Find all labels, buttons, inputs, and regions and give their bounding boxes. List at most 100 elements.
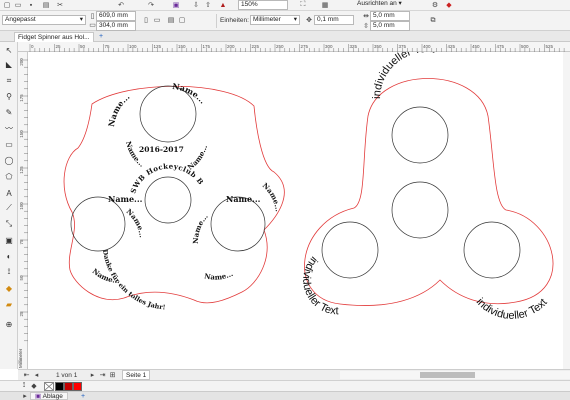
color-swatch[interactable] xyxy=(64,382,73,391)
duplicate-x-icon: ⇹ xyxy=(363,13,369,20)
no-color-swatch[interactable] xyxy=(44,382,54,391)
snap-label: Ausrichten an xyxy=(357,0,397,7)
color-eyedropper-icon[interactable]: ⟟ xyxy=(2,266,16,278)
add-tool-icon[interactable]: ⊕ xyxy=(2,318,16,330)
docker-menu-icon[interactable]: ▸ xyxy=(20,392,30,400)
save-icon[interactable]: ▪ xyxy=(26,0,36,10)
bearing-circle-top xyxy=(391,106,449,164)
text-tool-icon[interactable]: A xyxy=(2,187,16,199)
page-tab[interactable]: Seite 1 xyxy=(122,370,151,380)
horizontal-scroll-thumb[interactable] xyxy=(420,372,475,378)
portrait-icon[interactable]: ▯ xyxy=(141,14,151,26)
search-icon[interactable]: ▣ xyxy=(171,0,181,10)
page-counter: 1 von 1 xyxy=(56,372,78,379)
eyedropper-icon[interactable]: ⟟ xyxy=(20,381,28,391)
parallel-dimension-icon[interactable]: ⟋ xyxy=(2,202,16,214)
nudge-distance-field[interactable]: 0,1 mm xyxy=(314,15,354,25)
color-swatch[interactable] xyxy=(73,382,82,391)
page-size-value: Angepasst xyxy=(5,16,36,23)
export-icon[interactable]: ⇧ xyxy=(203,0,213,10)
ruler-tick-label: 75 xyxy=(19,239,24,245)
right-spinner-design[interactable]: individueller Text individueller Text in… xyxy=(300,43,554,322)
left-spinner-design[interactable]: Name... Name... Name... Name... Name... … xyxy=(24,45,285,312)
chevron-down-icon: ▾ xyxy=(293,16,297,23)
units-select[interactable]: Millimeter ▾ xyxy=(250,15,300,25)
name-label-11: Name... xyxy=(204,269,235,282)
canvas-drawing: Name... Name... Name... Name... Name... … xyxy=(24,43,554,322)
horizontal-ruler[interactable]: 0 25 50 75 100 125 150 175 200 225 250 275 300 325 350… xyxy=(18,42,570,52)
horizontal-scrollbar[interactable] xyxy=(340,371,570,379)
duplicate-x-field[interactable]: 5,0 mm xyxy=(370,11,410,21)
add-tab-icon[interactable]: + xyxy=(96,32,106,41)
polygon-tool-icon[interactable]: ⬠ xyxy=(2,170,16,182)
publish-icon[interactable]: ▲ xyxy=(218,0,228,10)
page-navigator-bar: ⇤ ◂ 1 von 1 ▸ ⇥ ⊞ Seite 1 xyxy=(18,369,570,380)
import-icon[interactable]: ⇩ xyxy=(191,0,201,10)
name-label-7: Name... xyxy=(125,207,147,238)
cut-icon[interactable]: ✂ xyxy=(55,0,65,10)
last-page-icon[interactable]: ⇥ xyxy=(98,370,107,380)
options-icon[interactable]: ⧉ xyxy=(428,15,438,27)
redo-icon[interactable]: ↷ xyxy=(146,0,156,10)
add-page-icon[interactable]: ⊞ xyxy=(108,370,117,380)
rectangle-tool-icon[interactable]: ▭ xyxy=(2,138,16,150)
pick-tool-icon[interactable]: ↖ xyxy=(2,44,16,56)
add-docker-icon[interactable]: + xyxy=(78,392,88,400)
zoom-tool-icon[interactable]: ⚲ xyxy=(2,90,16,102)
docker-tab-label: Ablage xyxy=(42,393,63,400)
launch-icon[interactable]: ◆ xyxy=(444,0,454,10)
page-height-field[interactable]: 304,0 mm xyxy=(96,21,136,31)
width-icon: ▯ xyxy=(90,13,95,20)
ellipse-tool-icon[interactable]: ◯ xyxy=(2,154,16,166)
duplicate-y-field[interactable]: 5,0 mm xyxy=(370,21,410,31)
custom-text-top: individueller Text xyxy=(371,52,436,99)
freehand-tool-icon[interactable]: ✎ xyxy=(2,106,16,118)
previous-page-icon[interactable]: ◂ xyxy=(32,370,41,380)
docker-tab[interactable]: ▣ Ablage xyxy=(30,392,68,400)
fullscreen-icon[interactable]: ⛶ xyxy=(298,0,308,10)
crop-tool-icon[interactable]: ⌗ xyxy=(2,75,16,87)
custom-text-left: individueller Text xyxy=(300,254,339,317)
zoom-level-select[interactable]: 150% xyxy=(238,0,288,10)
interactive-fill-icon[interactable]: ◆ xyxy=(2,282,16,294)
grid-icon[interactable]: ▦ xyxy=(320,0,330,10)
current-page-icon[interactable]: ▢ xyxy=(177,14,187,26)
smart-fill-icon[interactable]: ▰ xyxy=(2,298,16,310)
new-icon[interactable]: ▢ xyxy=(2,0,12,10)
fill-indicator-icon[interactable]: ◆ xyxy=(30,381,38,391)
all-pages-icon[interactable]: ▤ xyxy=(166,14,176,26)
shape-tool-icon[interactable]: ◣ xyxy=(2,58,16,70)
document-tab[interactable]: Fidget Spinner aus Hol... xyxy=(14,32,94,42)
undo-icon[interactable]: ↶ xyxy=(116,0,126,10)
drop-shadow-icon[interactable]: ▣ xyxy=(2,234,16,246)
snap-dropdown[interactable]: Ausrichten an ▾ xyxy=(355,0,405,10)
ruler-tick-label: 50 xyxy=(80,44,86,49)
custom-text-right: individueller Text xyxy=(474,296,550,322)
open-icon[interactable]: ▭ xyxy=(13,0,23,10)
tray-icon: ▣ xyxy=(35,393,42,400)
first-page-icon[interactable]: ⇤ xyxy=(22,370,31,380)
height-icon: ▭ xyxy=(89,22,96,29)
bearing-circle-center xyxy=(391,181,449,239)
drawing-canvas[interactable]: Name... Name... Name... Name... Name... … xyxy=(24,43,570,369)
connector-tool-icon[interactable]: ⤡ xyxy=(2,218,16,230)
no-color-icon xyxy=(44,382,54,391)
vertical-scrollbar[interactable] xyxy=(563,52,570,369)
page-width-field[interactable]: 609,0 mm xyxy=(96,11,136,21)
print-icon[interactable]: ▤ xyxy=(41,0,51,10)
standard-toolbar: ▢ ▭ ▪ ▤ ✂ ↶ ↷ ▣ ⇩ ⇧ ▲ 150% ⛶ ▦ Ausrichte… xyxy=(0,0,570,11)
settings-icon[interactable]: ⚙ xyxy=(430,0,440,10)
vertical-ruler[interactable]: 200 175 150 125 100 75 50 25 Millimeter xyxy=(18,52,28,369)
transparency-icon[interactable]: ◐ xyxy=(2,250,16,262)
toolbox: ↖ ◣ ⌗ ⚲ ✎ 〰 ▭ ◯ ⬠ A ⟋ ⤡ ▣ ◐ ⟟ ◆ ▰ ⊕ xyxy=(0,42,18,369)
landscape-icon[interactable]: ▭ xyxy=(152,14,162,26)
next-page-icon[interactable]: ▸ xyxy=(88,370,97,380)
ruler-tick-label: 100 xyxy=(19,202,24,210)
page-size-select[interactable]: Angepasst ▾ xyxy=(2,15,86,25)
color-swatch[interactable] xyxy=(55,382,64,391)
name-label-1: Name... xyxy=(106,91,132,127)
artistic-media-icon[interactable]: 〰 xyxy=(2,122,16,134)
divider xyxy=(216,14,217,28)
ruler-tick-label: 50 xyxy=(19,275,24,281)
docker-bar: ▸ ▣ Ablage + xyxy=(0,391,570,400)
